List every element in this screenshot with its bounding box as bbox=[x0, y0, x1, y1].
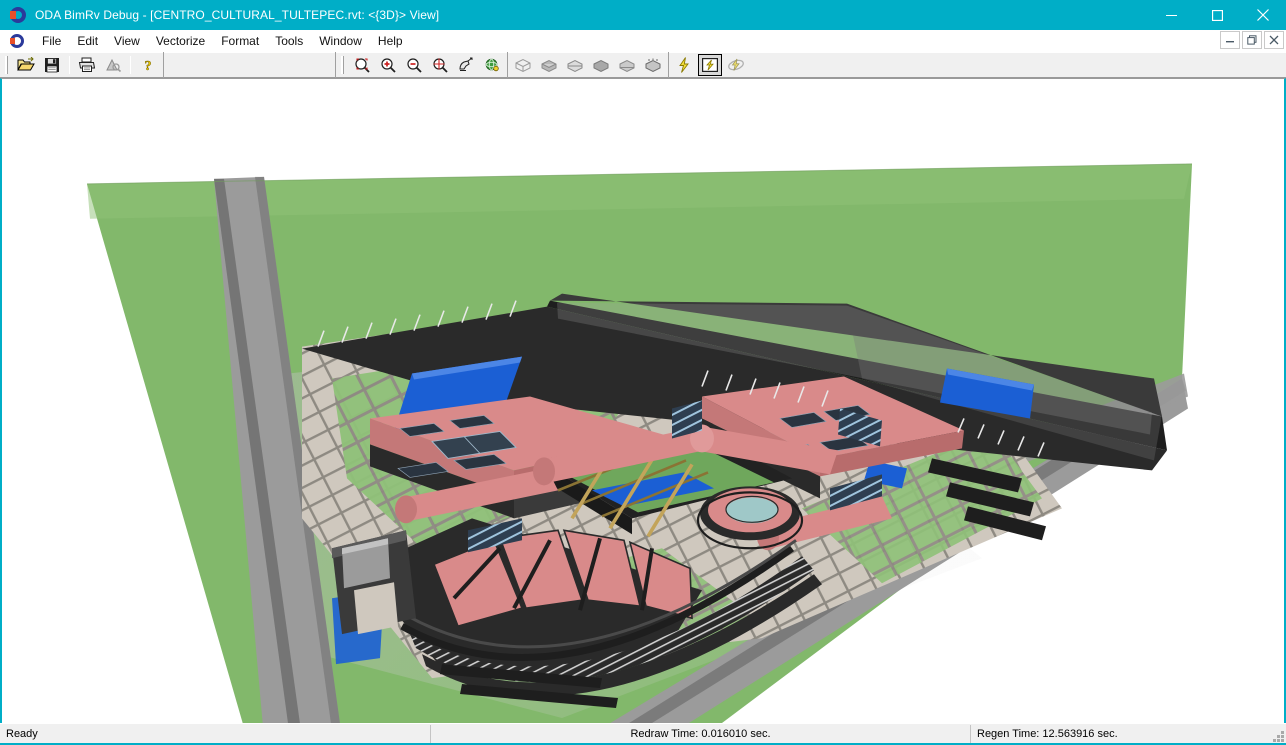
lightning-orbit-icon bbox=[727, 57, 745, 73]
vectorize-clear-button[interactable] bbox=[724, 54, 748, 76]
window-maximize-button[interactable] bbox=[1194, 0, 1240, 30]
lightning-bolt-icon bbox=[677, 57, 691, 73]
floppy-disk-icon bbox=[44, 57, 60, 73]
menu-window[interactable]: Window bbox=[311, 32, 370, 50]
close-icon bbox=[1257, 9, 1269, 21]
mdi-restore-button[interactable] bbox=[1242, 31, 1262, 49]
zoom-extents-button[interactable] bbox=[428, 54, 452, 76]
toolbar-separator bbox=[130, 56, 131, 74]
maximize-icon bbox=[1212, 10, 1223, 21]
window-controls bbox=[1148, 0, 1286, 30]
shaded-edges-button[interactable] bbox=[641, 54, 665, 76]
close-icon bbox=[1269, 35, 1279, 45]
vectorize-button[interactable] bbox=[672, 54, 696, 76]
about-button[interactable]: ? bbox=[136, 54, 160, 76]
window-title: ODA BimRv Debug - [CENTRO_CULTURAL_TULTE… bbox=[35, 8, 439, 22]
zoom-extents-icon bbox=[431, 57, 449, 73]
gouraud-shaded-button[interactable] bbox=[615, 54, 639, 76]
wireframe-3d-button[interactable] bbox=[537, 54, 561, 76]
toolbar-file-group: ? bbox=[0, 52, 164, 78]
question-mark-icon: ? bbox=[140, 57, 156, 73]
toolbar-view-group bbox=[336, 52, 508, 78]
print-preview-button[interactable] bbox=[101, 54, 125, 76]
3d-model-viewport[interactable] bbox=[2, 79, 1284, 723]
menu-help[interactable]: Help bbox=[370, 32, 411, 50]
printer-icon bbox=[78, 57, 96, 73]
shaded-with-edges-icon bbox=[644, 58, 662, 73]
menu-bar: File Edit View Vectorize Format Tools Wi… bbox=[0, 30, 1286, 52]
toolbar-empty-band bbox=[164, 52, 336, 78]
wireframe-3d-icon bbox=[540, 58, 558, 73]
pan-hand-icon bbox=[457, 57, 475, 73]
vectorize-window-button[interactable] bbox=[698, 54, 722, 76]
toolbar-drag-handle[interactable] bbox=[340, 56, 346, 74]
orbit-button[interactable] bbox=[480, 54, 504, 76]
restore-icon bbox=[1247, 35, 1257, 45]
flat-shaded-icon bbox=[592, 58, 610, 73]
mdi-child-controls bbox=[1220, 31, 1284, 49]
status-ready: Ready bbox=[0, 725, 430, 743]
oda-ring-logo-icon bbox=[10, 34, 24, 48]
resize-grip[interactable] bbox=[1270, 728, 1284, 742]
pan-button[interactable] bbox=[454, 54, 478, 76]
zoom-window-button[interactable] bbox=[350, 54, 374, 76]
menu-vectorize[interactable]: Vectorize bbox=[148, 32, 213, 50]
mdi-client-area bbox=[0, 78, 1286, 723]
minimize-icon bbox=[1166, 10, 1177, 21]
open-folder-icon bbox=[17, 57, 35, 73]
mdi-close-button[interactable] bbox=[1264, 31, 1284, 49]
window-close-button[interactable] bbox=[1240, 0, 1286, 30]
zoom-window-icon bbox=[353, 57, 371, 73]
zoom-in-button[interactable] bbox=[376, 54, 400, 76]
menu-format[interactable]: Format bbox=[213, 32, 267, 50]
flat-shaded-button[interactable] bbox=[589, 54, 613, 76]
print-preview-icon bbox=[104, 57, 122, 73]
menu-view[interactable]: View bbox=[106, 32, 148, 50]
orbit-globe-icon bbox=[483, 57, 501, 73]
zoom-out-icon bbox=[405, 57, 423, 73]
zoom-out-button[interactable] bbox=[402, 54, 426, 76]
print-button[interactable] bbox=[75, 54, 99, 76]
status-bar: Ready Redraw Time: 0.016010 sec. Regen T… bbox=[0, 723, 1286, 743]
zoom-in-icon bbox=[379, 57, 397, 73]
application-window: ODA BimRv Debug - [CENTRO_CULTURAL_TULTE… bbox=[0, 0, 1286, 745]
toolbar-separator bbox=[69, 56, 70, 74]
menu-tools[interactable]: Tools bbox=[267, 32, 311, 50]
menu-edit[interactable]: Edit bbox=[69, 32, 106, 50]
oda-ring-logo-icon bbox=[10, 7, 26, 23]
svg-text:?: ? bbox=[145, 59, 152, 73]
hidden-line-button[interactable] bbox=[563, 54, 587, 76]
mdi-minimize-button[interactable] bbox=[1220, 31, 1240, 49]
minimize-icon bbox=[1225, 35, 1235, 45]
status-redraw-time: Redraw Time: 0.016010 sec. bbox=[430, 725, 970, 743]
toolbar-vectorize-group bbox=[669, 52, 751, 78]
toolbar-render-group bbox=[508, 52, 669, 78]
title-bar: ODA BimRv Debug - [CENTRO_CULTURAL_TULTE… bbox=[0, 0, 1286, 30]
3d-model-render bbox=[2, 79, 1284, 723]
save-button[interactable] bbox=[40, 54, 64, 76]
hidden-line-icon bbox=[566, 58, 584, 73]
toolbar-drag-handle[interactable] bbox=[4, 56, 10, 74]
toolbar: ? bbox=[0, 52, 1286, 78]
open-button[interactable] bbox=[14, 54, 38, 76]
wireframe-2d-icon bbox=[514, 58, 532, 73]
menu-file[interactable]: File bbox=[34, 32, 69, 50]
wireframe-2d-button[interactable] bbox=[511, 54, 535, 76]
gouraud-shaded-icon bbox=[618, 58, 636, 73]
boxed-lightning-bolt-icon bbox=[702, 58, 718, 72]
window-minimize-button[interactable] bbox=[1148, 0, 1194, 30]
status-regen-time: Regen Time: 12.563916 sec. bbox=[970, 725, 1286, 743]
